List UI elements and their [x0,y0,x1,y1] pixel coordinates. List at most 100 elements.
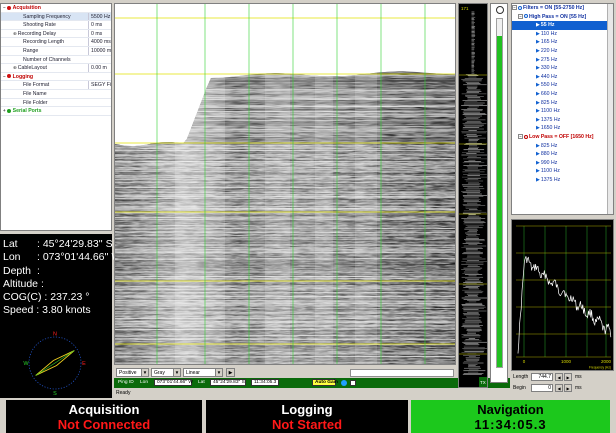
frequency-spectrum-panel: 0 1000 2000 Frequency (Hz) [511,219,614,371]
high-pass-node[interactable]: − High Pass = ON [55 Hz] [512,13,613,22]
spectrum-tick-2000: 2000 [601,359,612,364]
property-value[interactable]: SEGY File [88,81,111,89]
compass-icon: N E S W [23,332,86,397]
filter-arrow-icon: ▶ [536,176,540,183]
property-row[interactable]: ⊕CableLayout 0.00 m [1,64,111,73]
filter-option[interactable]: ▶1375 Hz [512,116,613,125]
increase-button[interactable]: ▶ [564,384,572,392]
play-icon: ▶ [228,370,233,376]
filter-option[interactable]: ▶440 Hz [512,73,613,82]
compass-north-label: N [53,332,57,338]
filter-option[interactable]: ▶990 Hz [512,159,613,168]
property-value[interactable]: 4000 ms [88,38,111,47]
filter-option[interactable]: ▶880 Hz [512,150,613,159]
category-logging[interactable]: − Logging [1,72,111,82]
collapse-icon[interactable]: − [3,5,6,10]
increase-button[interactable]: ▶ [564,373,572,381]
expand-icon[interactable]: + [3,108,6,113]
cog-value: 237.23 ° [50,291,90,304]
longitude-value: : 073°01'44.66'' W [37,251,122,264]
filter-option[interactable]: ▶1375 Hz [512,176,613,185]
horizontal-scrollbar[interactable] [350,369,454,377]
filter-option[interactable]: ▶330 Hz [512,64,613,73]
category-acquisition[interactable]: − Acquisition [1,4,111,13]
collapse-icon[interactable]: − [512,5,517,11]
acquisition-status-panel: Acquisition Not Connected [6,400,202,433]
play-button[interactable]: ▶ [226,368,235,377]
spectrum-controls: Length 744.7 ◀ ▶ ms Begin 0 ◀ ▶ ms [511,372,614,396]
filter-arrow-icon: ▶ [536,82,540,89]
filter-option[interactable]: ▶275 Hz [512,56,613,65]
filter-arrow-icon: ▶ [536,99,540,106]
property-row[interactable]: File Format SEGY File [1,81,111,90]
property-label: File Folder [23,99,48,106]
begin-input[interactable]: 0 [531,384,553,392]
property-label: Range [23,47,39,54]
property-row[interactable]: Recording Length 4000 ms [1,38,111,47]
red-status-dot-icon [6,5,11,10]
property-value[interactable]: 0 ms [88,29,111,38]
polarity-select[interactable]: Positive ▼ [116,368,149,377]
filter-option[interactable]: ▶1100 Hz [512,107,613,116]
scale-select[interactable]: Linear ▼ [183,368,223,377]
filters-tree: − Filters = ON [55-2750 Hz] − High Pass = … [511,3,614,215]
filter-arrow-icon: ▶ [536,65,540,72]
chevron-down-icon[interactable]: ▼ [141,369,148,376]
filter-option[interactable]: ▶660 Hz [512,90,613,99]
seismic-profile-image [115,4,455,364]
chevron-down-icon[interactable]: ▼ [173,369,180,376]
category-serial-ports[interactable]: + Serial Ports [1,107,111,116]
vertical-scrollbar[interactable] [607,4,613,214]
logging-status-panel: Logging Not Started [206,400,408,433]
filter-option[interactable]: ▶825 Hz [512,142,613,151]
property-label: File Format [23,82,50,89]
chevron-down-icon[interactable]: ▼ [215,369,222,376]
property-row[interactable]: Range 10000 mV [1,46,111,56]
filter-option[interactable]: ▶165 Hz [512,38,613,47]
trace-wiggle-plot: 171 TX [459,4,487,387]
level-reset-icon[interactable] [496,6,504,14]
property-value[interactable]: 10000 mV [88,46,111,55]
filter-option[interactable]: ▶1650 Hz [512,124,613,133]
property-row[interactable]: Sampling Frequency 5500 Hz [1,12,111,22]
property-row[interactable]: File Name [1,90,111,99]
lon-value: 073°01'44.66'' W [154,379,193,386]
filter-option[interactable]: ▶550 Hz [512,81,613,90]
spectrum-tick-1000: 1000 [561,359,572,364]
filter-option[interactable]: ▶825 Hz [512,99,613,108]
ping-id-label: Ping ID [118,380,134,385]
property-row[interactable]: Number of Channels [1,56,111,65]
filter-option[interactable]: ▶1100 Hz [512,167,613,176]
collapse-icon[interactable]: − [3,74,6,79]
expand-icon[interactable]: ⊕ [13,65,17,70]
property-row[interactable]: ⊕Recording Delay 0 ms [1,29,111,39]
navigation-time: 11:34:05.3 [474,417,547,432]
property-value[interactable]: 0 ms [88,21,111,29]
filter-option[interactable]: ▶55 Hz [512,21,613,30]
length-input[interactable]: 744.7 [531,373,553,381]
collapse-icon[interactable]: − [518,13,523,19]
time-value: 11:34:05.3 [251,379,279,386]
property-value[interactable]: 0.00 m [88,64,111,72]
filter-arrow-icon: ▶ [536,108,540,115]
decrease-button[interactable]: ◀ [555,373,563,381]
filter-arrow-icon: ▶ [536,90,540,97]
depth-row: Depth: [3,264,40,277]
filter-arrow-icon: ▶ [536,151,540,158]
property-row[interactable]: Shooting Rate 0 ms [1,21,111,30]
collapse-icon[interactable]: − [518,134,523,140]
spectrum-x-unit: Frequency (Hz) [589,366,611,370]
decrease-button[interactable]: ◀ [555,384,563,392]
property-value[interactable]: 5500 Hz [88,12,111,21]
expand-icon[interactable]: ⊕ [13,31,17,36]
filter-option[interactable]: ▶110 Hz [512,30,613,39]
low-pass-node[interactable]: − Low Pass = OFF [1650 Hz] [512,133,613,142]
property-row[interactable]: File Folder [1,99,111,108]
filter-arrow-icon: ▶ [536,125,540,132]
filters-root-node[interactable]: − Filters = ON [55-2750 Hz] [512,4,613,13]
seismic-profile-view[interactable] [114,3,456,365]
toggle-icon[interactable] [350,380,356,386]
palette-select[interactable]: Gray ▼ [151,368,181,377]
filter-option[interactable]: ▶220 Hz [512,47,613,56]
auto-gain-button[interactable]: Auto Gain [312,379,338,386]
